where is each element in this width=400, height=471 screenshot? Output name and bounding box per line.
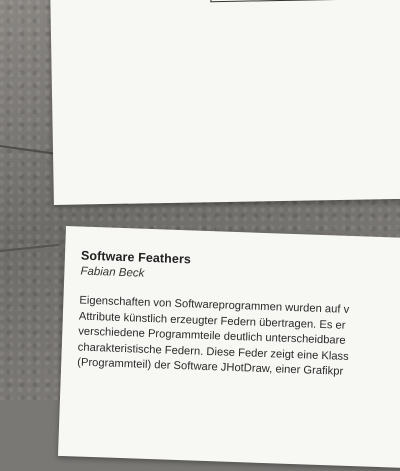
upper-card <box>50 0 400 205</box>
card-body-text: Eigenschaften von Softwareprogrammen wur… <box>77 294 400 385</box>
card-rule-line <box>210 0 400 3</box>
description-card: Software Feathers Fabian Beck Eigenschaf… <box>57 226 400 471</box>
card-content: Software Feathers Fabian Beck Eigenschaf… <box>77 249 400 385</box>
